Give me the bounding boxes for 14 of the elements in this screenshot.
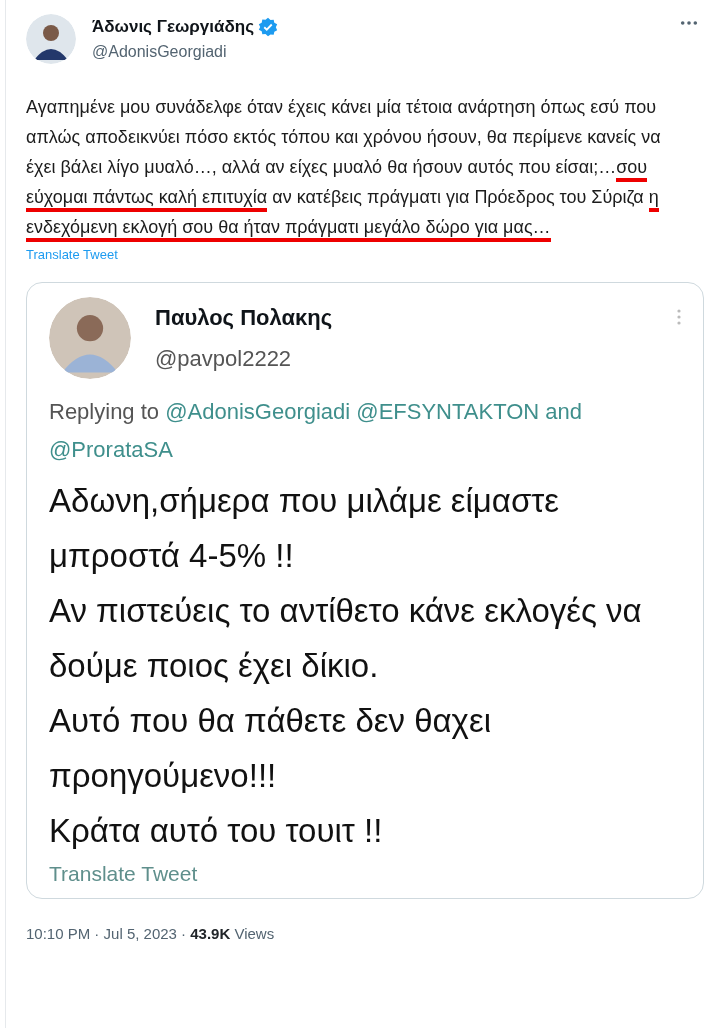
author-handle: @pavpol2222: [155, 345, 293, 373]
tweet-meta: 10:10 PM · Jul 5, 2023 · 43.9K Views: [26, 923, 276, 944]
author-name[interactable]: Άδωνις Γεωργιάδης: [92, 14, 254, 40]
more-options-icon[interactable]: [680, 20, 698, 26]
more-options-icon: [677, 309, 681, 325]
tweet-text: Αγαπημένε μου συνάδελφε όταν έχεις κάνει μία τέτοια ανάρτηση όπως εσύ που απλώς αποδεικνύει πόσο εκτός τόπου και χρόνου ήσουν, θα περίμενε κανείς να έχει βάλει λίγο μυαλό…, αλλά αν είχες μυαλό θα ήσουν αυτός που είσαι;…σου εύχομαι πάντως καλή επιτυχία αν κατέβεις πράγματι για Πρόεδρος του Σύριζα η ενδεχόμενη εκλογή σου θα ήταν πράγματι μεγάλο δώρο για μας…: [26, 92, 690, 242]
translate-link: Translate Tweet: [49, 862, 198, 885]
author-handle[interactable]: @AdonisGeorgiadi: [92, 39, 664, 64]
reply-line: Replying to @AdonisGeorgiadi @EFSYNTAKTON and @ProrataSA: [49, 398, 584, 464]
avatar[interactable]: [26, 14, 76, 64]
quoted-tweet-card[interactable]: [26, 282, 704, 899]
avatar[interactable]: [49, 297, 131, 379]
quoted-tweet-text: Αδωνη,σήμερα που μιλάμε είμαστε μπροστά 4-5% !! Αν πιστεύεις το αντίθετο κάνε εκλογές να δούμε ποιος έχει δίκιο. Αυτό που θα πάθετε δεν θαχει προηγούμενο!!! Κράτα αυτό του τουιτ !!: [49, 481, 643, 851]
author-name: Παυλος Πολακης: [155, 304, 334, 332]
